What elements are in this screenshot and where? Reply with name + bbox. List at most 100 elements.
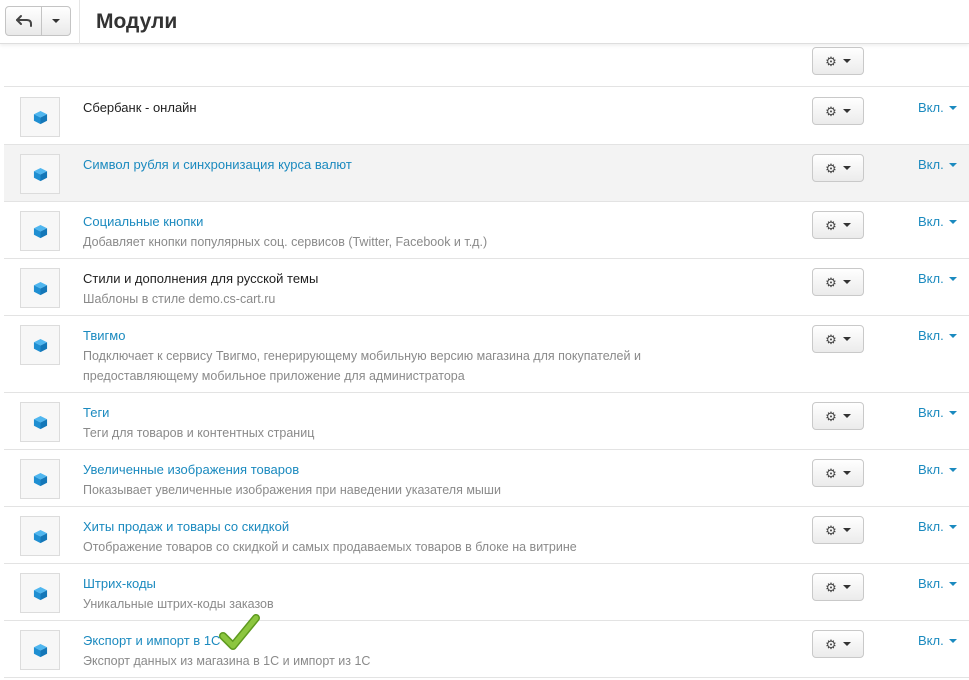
module-name-link[interactable]: Увеличенные изображения товаров <box>83 462 299 478</box>
module-row: Социальные кнопки Добавляет кнопки популя… <box>4 202 969 259</box>
module-settings-button[interactable]: ⚙ <box>812 154 864 182</box>
history-dropdown-button[interactable] <box>42 7 70 35</box>
module-thumbnail <box>20 211 60 251</box>
module-name-link[interactable]: Хиты продаж и товары со скидкой <box>83 519 289 535</box>
module-status-dropdown[interactable]: Вкл. <box>918 405 957 421</box>
module-description: Подключает к сервису Твигмо, генерирующе… <box>83 349 641 383</box>
module-settings-button[interactable]: ⚙ <box>812 325 864 353</box>
module-settings-button[interactable]: ⚙ <box>812 516 864 544</box>
module-thumbnail <box>20 325 60 365</box>
module-status-label: Вкл. <box>918 633 944 648</box>
module-cube-icon <box>33 338 47 352</box>
module-list: Способы оплаты: Assist, Яндекс.Деньги, W… <box>0 0 969 680</box>
history-button-group <box>5 6 71 36</box>
module-row: Хиты продаж и товары со скидкой Отображен… <box>4 507 969 564</box>
module-status-dropdown[interactable]: Вкл. <box>918 100 957 116</box>
caret-down-icon <box>842 59 851 63</box>
module-name-link[interactable]: Экспорт и импорт в 1С <box>83 633 220 649</box>
gear-icon: ⚙ <box>825 217 837 233</box>
caret-down-icon <box>842 109 851 113</box>
module-status-dropdown[interactable]: Вкл. <box>918 271 957 287</box>
module-status-label: Вкл. <box>918 519 944 534</box>
caret-down-icon <box>948 220 957 224</box>
module-name-link[interactable]: Твигмо <box>83 328 125 344</box>
gear-icon: ⚙ <box>825 636 837 652</box>
module-cube-icon <box>33 281 47 295</box>
module-description: Шаблоны в стиле demo.cs-cart.ru <box>83 292 276 306</box>
module-status-dropdown[interactable]: Вкл. <box>918 519 957 535</box>
module-cube-icon <box>33 224 47 238</box>
module-name: Стили и дополнения для русской темы <box>83 271 319 286</box>
module-row: Сбербанк - онлайн ⚙ Вкл. <box>4 88 969 145</box>
module-settings-button[interactable]: ⚙ <box>812 402 864 430</box>
module-description: Показывает увеличенные изображения при н… <box>83 483 501 497</box>
module-row: Символ рубля и синхронизация курса валют… <box>4 145 969 202</box>
module-status-dropdown[interactable]: Вкл. <box>918 633 957 649</box>
caret-down-icon <box>948 277 957 281</box>
module-settings-button[interactable]: ⚙ <box>812 459 864 487</box>
module-settings-button[interactable]: ⚙ <box>812 211 864 239</box>
caret-down-icon <box>948 582 957 586</box>
module-status-label: Вкл. <box>918 214 944 229</box>
module-name-link[interactable]: Символ рубля и синхронизация курса валют <box>83 157 352 173</box>
module-row: Твигмо Подключает к сервису Твигмо, генер… <box>4 316 969 393</box>
module-status-label: Вкл. <box>918 328 944 343</box>
module-status-label: Вкл. <box>918 157 944 172</box>
module-status-dropdown[interactable]: Вкл. <box>918 157 957 173</box>
page-title: Модули <box>96 10 178 33</box>
caret-down-icon <box>842 528 851 532</box>
module-description: Экспорт данных из магазина в 1С и импорт… <box>83 654 371 668</box>
module-status-dropdown[interactable]: Вкл. <box>918 462 957 478</box>
module-status-label: Вкл. <box>918 271 944 286</box>
module-status-dropdown[interactable]: Вкл. <box>918 328 957 344</box>
module-status-dropdown[interactable]: Вкл. <box>918 576 957 592</box>
module-row: Теги Теги для товаров и контентных страни… <box>4 393 969 450</box>
gear-icon: ⚙ <box>825 579 837 595</box>
caret-down-icon <box>948 525 957 529</box>
module-name-link[interactable]: Социальные кнопки <box>83 214 203 230</box>
gear-icon: ⚙ <box>825 408 837 424</box>
module-cube-icon <box>33 167 47 181</box>
module-thumbnail <box>20 630 60 670</box>
module-name-link[interactable]: Штрих-коды <box>83 576 156 592</box>
caret-down-icon <box>948 411 957 415</box>
module-status-dropdown[interactable]: Вкл. <box>918 214 957 230</box>
caret-down-icon <box>52 19 60 23</box>
module-cube-icon <box>33 110 47 124</box>
module-thumbnail <box>20 97 60 137</box>
module-row: Стили и дополнения для русской темы Шабло… <box>4 259 969 316</box>
module-cube-icon <box>33 586 47 600</box>
caret-down-icon <box>842 585 851 589</box>
caret-down-icon <box>842 471 851 475</box>
page-header: Модули <box>0 0 969 44</box>
module-status-label: Вкл. <box>918 405 944 420</box>
gear-icon: ⚙ <box>825 53 837 69</box>
caret-down-icon <box>842 223 851 227</box>
checkmark-icon <box>219 614 260 650</box>
module-thumbnail <box>20 516 60 556</box>
module-settings-button[interactable]: ⚙ <box>812 268 864 296</box>
module-cube-icon <box>33 472 47 486</box>
module-settings-button[interactable]: ⚙ <box>812 573 864 601</box>
module-settings-button[interactable]: ⚙ <box>812 630 864 658</box>
back-button[interactable] <box>6 7 42 35</box>
module-description: Уникальные штрих-коды заказов <box>83 597 274 611</box>
module-thumbnail <box>20 154 60 194</box>
module-row: Штрих-коды Уникальные штрих-коды заказов ⚙… <box>4 564 969 621</box>
module-settings-button[interactable]: ⚙ <box>812 97 864 125</box>
module-thumbnail <box>20 573 60 613</box>
module-cube-icon <box>33 529 47 543</box>
module-cube-icon <box>33 415 47 429</box>
module-settings-button[interactable]: ⚙ <box>812 47 864 75</box>
caret-down-icon <box>842 414 851 418</box>
gear-icon: ⚙ <box>825 522 837 538</box>
gear-icon: ⚙ <box>825 274 837 290</box>
module-row: Экспорт и импорт в 1С Экспорт данных из м… <box>4 621 969 678</box>
module-thumbnail <box>20 268 60 308</box>
header-divider <box>79 0 80 44</box>
module-thumbnail <box>20 459 60 499</box>
module-name: Сбербанк - онлайн <box>83 100 197 115</box>
module-name-link[interactable]: Теги <box>83 405 109 421</box>
module-status-label: Вкл. <box>918 576 944 591</box>
gear-icon: ⚙ <box>825 160 837 176</box>
